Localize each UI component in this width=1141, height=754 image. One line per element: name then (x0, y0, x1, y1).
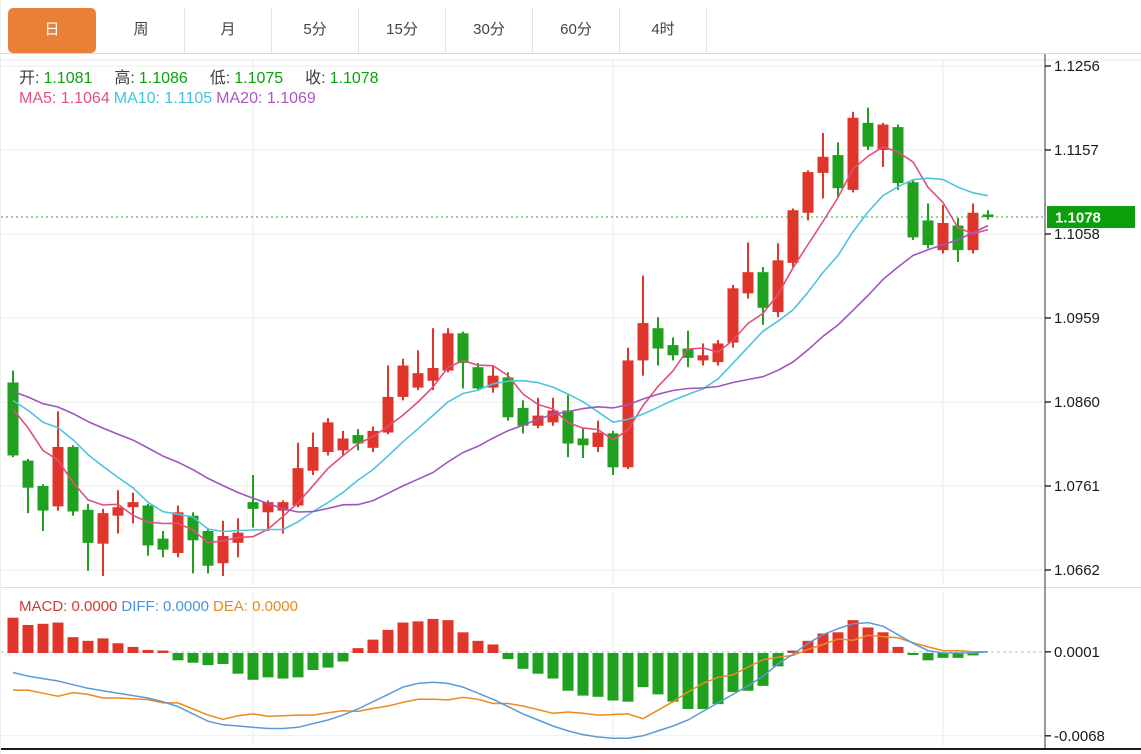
axis-tick-label: 1.0662 (1054, 562, 1100, 579)
axis-tick-label: 1.1157 (1054, 142, 1099, 159)
ma5-line (13, 147, 988, 543)
macd-value-legend: MACD: 0.0000 (19, 598, 117, 615)
tab-30min[interactable]: 30分 (446, 8, 533, 53)
macd-axis: 0.0001 -0.0068 (1045, 644, 1105, 745)
high-value: 1.1086 (139, 70, 188, 87)
macd-legend: MACD: 0.0000DIFF: 0.0000DEA: 0.0000 (19, 598, 302, 615)
grid-lines (1, 60, 1141, 746)
fx-chart-app: 1.1256 1.1157 1.1058 1.0959 1.0860 1.0761 1.06… (0, 0, 1141, 754)
chart-canvas[interactable]: 1.1256 1.1157 1.1058 1.0959 1.0860 1.0761 1.06… (1, 0, 1141, 754)
open-label: 开: (19, 70, 39, 87)
tab-week[interactable]: 周 (98, 8, 185, 53)
axis-tick-label: 1.1058 (1054, 226, 1100, 243)
close-label: 收: (305, 70, 325, 87)
open-value: 1.1081 (43, 70, 92, 87)
candle-bodies (8, 118, 994, 566)
axis-tick-label: 1.0761 (1054, 478, 1100, 495)
low-label: 低: (210, 70, 230, 87)
current-price-badge: 1.1078 (1047, 206, 1135, 228)
ma5-legend: MA5: 1.1064 (19, 90, 110, 107)
ma20-legend: MA20: 1.1069 (216, 90, 316, 107)
tab-15min[interactable]: 15分 (359, 8, 446, 53)
timeframe-tabs: 日 周 月 5分 15分 30分 60分 4时 (1, 0, 1141, 54)
low-value: 1.1075 (234, 70, 283, 87)
axis-tick-label: 0.0001 (1054, 644, 1100, 661)
tab-60min[interactable]: 60分 (533, 8, 620, 53)
axis-tick-label: -0.0068 (1054, 728, 1105, 745)
tab-day[interactable]: 日 (8, 8, 96, 53)
current-price-value: 1.1078 (1055, 210, 1101, 227)
ma10-legend: MA10: 1.1105 (114, 90, 212, 107)
high-label: 高: (114, 70, 134, 87)
ma-legend: MA5: 1.1064MA10: 1.1105MA20: 1.1069 (19, 90, 320, 108)
tab-month[interactable]: 月 (185, 8, 272, 53)
diff-value-legend: DIFF: 0.0000 (121, 598, 209, 615)
ma20-line (13, 226, 988, 512)
axis-tick-label: 1.0959 (1054, 310, 1100, 327)
ma10-line (13, 178, 988, 531)
axis-tick-label: 1.0860 (1054, 394, 1100, 411)
tab-4hour[interactable]: 4时 (620, 8, 707, 53)
dea-value-legend: DEA: 0.0000 (213, 598, 298, 615)
close-value: 1.1078 (330, 70, 379, 87)
tab-5min[interactable]: 5分 (272, 8, 359, 53)
axis-tick-label: 1.1256 (1054, 58, 1100, 75)
ohlc-legend: 开:1.1081 高: 1.1086 低:1.1075 收: 1.1078 (19, 64, 401, 88)
